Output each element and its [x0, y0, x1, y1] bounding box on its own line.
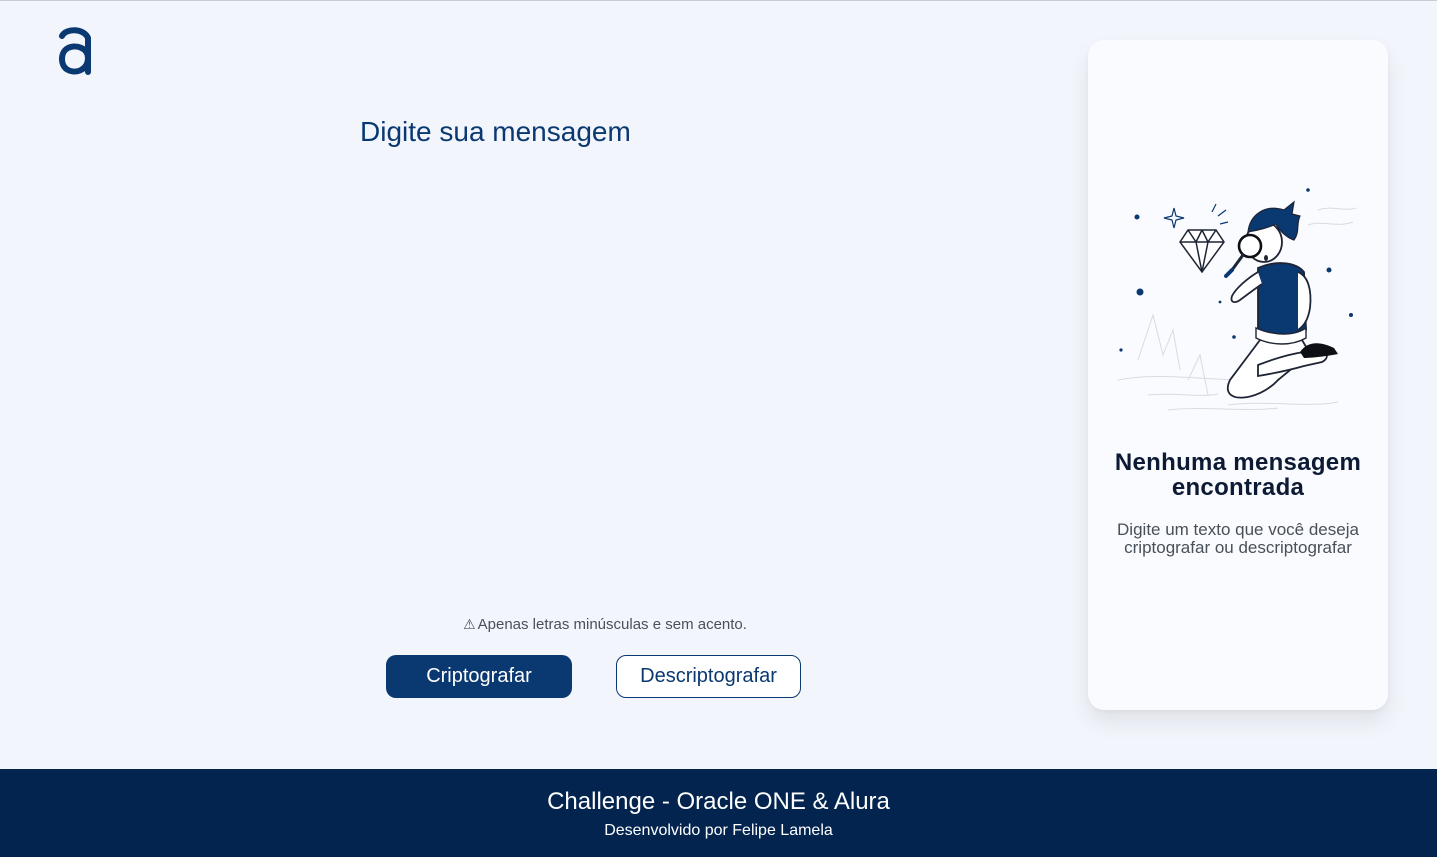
empty-state-description: Digite um texto que você deseja criptogr… [1117, 520, 1359, 557]
decrypt-button[interactable]: Descriptografar [616, 655, 801, 698]
output-panel: Nenhuma mensagem encontrada Digite um te… [1088, 40, 1388, 710]
alura-logo-icon[interactable] [56, 26, 94, 76]
input-hint: ⚠ Apenas letras minúsculas e sem acento. [360, 615, 850, 635]
footer: Challenge - Oracle ONE & Alura Desenvolv… [0, 769, 1437, 857]
footer-title: Challenge - Oracle ONE & Alura [547, 788, 890, 815]
top-border [0, 0, 1437, 1]
person-with-magnifying-glass-illustration [1108, 180, 1368, 420]
warning-icon: ⚠ [463, 617, 476, 633]
empty-state-title: Nenhuma mensagem encontrada [1114, 449, 1362, 501]
hint-text: Apenas letras minúsculas e sem acento. [477, 616, 747, 633]
encrypt-button[interactable]: Criptografar [386, 655, 572, 698]
footer-credit: Desenvolvido por Felipe Lamela [604, 822, 833, 839]
message-input[interactable] [360, 112, 1000, 592]
